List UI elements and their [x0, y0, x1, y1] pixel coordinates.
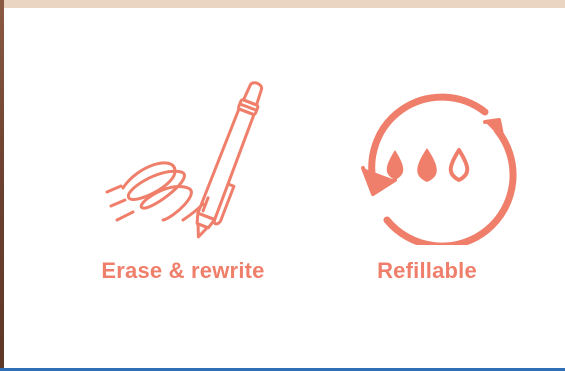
- feature-erase-rewrite: Erase & rewrite: [63, 0, 303, 371]
- pen-erase-icon: [63, 70, 303, 245]
- feature-refillable: Refillable: [307, 0, 547, 371]
- feature-label-refillable: Refillable: [377, 258, 477, 283]
- left-edge: [0, 0, 4, 371]
- refill-cycle-icon: [307, 70, 547, 245]
- feature-label-erase: Erase & rewrite: [101, 258, 265, 283]
